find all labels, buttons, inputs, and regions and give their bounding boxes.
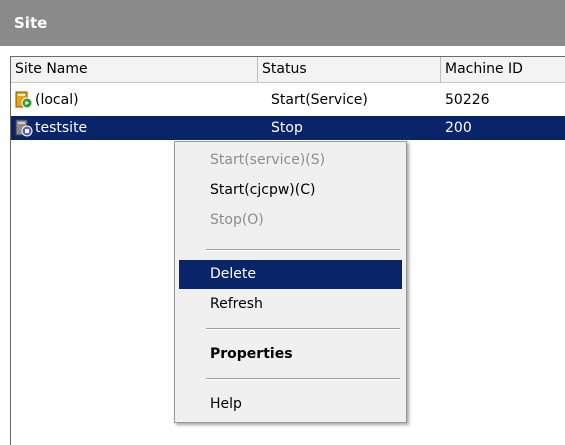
menu-item-stop[interactable]: Stop(O) (179, 206, 402, 235)
menu-item-delete[interactable]: Delete (179, 260, 402, 289)
table-row[interactable]: testsite Stop 200 (11, 116, 565, 140)
context-menu: Start(service)(S) Start(cjcpw)(C) Stop(O… (174, 141, 407, 423)
menu-item-start-cjcpw[interactable]: Start(cjcpw)(C) (179, 176, 402, 205)
column-header-machine-id[interactable]: Machine ID (441, 57, 565, 82)
column-header-status[interactable]: Status (258, 57, 441, 82)
status-cell: Start(Service) (271, 92, 368, 108)
site-stopped-icon (15, 119, 33, 137)
site-name-cell: testsite (35, 120, 88, 136)
site-running-icon (15, 91, 33, 109)
menu-item-start-service[interactable]: Start(service)(S) (179, 146, 402, 175)
column-header-site-name[interactable]: Site Name (11, 57, 258, 82)
site-name-cell: (local) (35, 92, 79, 108)
list-header: Site Name Status Machine ID (11, 57, 565, 83)
menu-item-refresh[interactable]: Refresh (179, 290, 402, 319)
site-panel: Site Site Name Status Machine ID (local)… (0, 0, 565, 445)
status-cell: Stop (271, 120, 303, 136)
menu-item-help[interactable]: Help (179, 390, 402, 419)
menu-item-properties[interactable]: Properties (179, 340, 402, 369)
menu-separator (206, 378, 400, 380)
machine-id-cell: 200 (445, 120, 472, 136)
machine-id-cell: 50226 (445, 92, 490, 108)
menu-separator (206, 249, 400, 251)
panel-title: Site (0, 0, 565, 46)
table-row[interactable]: (local) Start(Service) 50226 (11, 88, 565, 112)
menu-separator (206, 328, 400, 330)
